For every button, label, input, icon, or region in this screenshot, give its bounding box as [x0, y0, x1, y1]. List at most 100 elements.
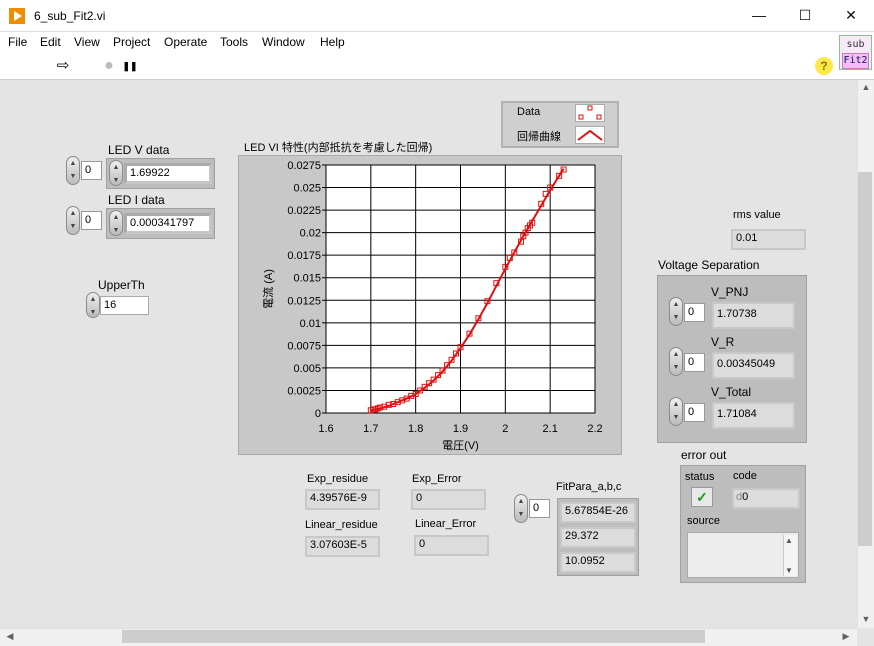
upperth-label: UpperTh [98, 278, 145, 292]
x-tick-label: 1.8 [408, 423, 423, 435]
source-scroll-up-icon[interactable]: ▲ [785, 536, 793, 545]
menu-project[interactable]: Project [113, 35, 150, 49]
graph-title: LED VI 特性(内部抵抗を考慮した回帰) [244, 142, 433, 154]
x-tick-label: 1.9 [453, 423, 468, 435]
led-i-label: LED I data [108, 193, 165, 207]
legend-fit-line-icon [577, 129, 603, 141]
led-v-value[interactable]: 1.69922 [124, 163, 212, 184]
error-status-label: status [685, 471, 715, 483]
vertical-scroll-thumb[interactable] [858, 172, 872, 546]
led-i-value-spinner[interactable]: ▲ ▼ [109, 210, 123, 236]
legend-data-swatch[interactable] [575, 104, 605, 122]
y-tick-label: 0.0275 [287, 160, 321, 172]
led-v-index-spinner[interactable]: ▲ ▼ [66, 156, 80, 185]
window-title: 6_sub_Fit2.vi [34, 9, 106, 23]
led-v-index[interactable]: 0 [81, 161, 102, 180]
v-total-index-spinner[interactable]: ▲ ▼ [669, 397, 683, 426]
exp-error-value: 0 [411, 489, 486, 510]
v-total-index[interactable]: 0 [684, 403, 705, 422]
fitpara-value-a: 5.67854E-26 [560, 502, 636, 523]
exp-residue-value: 4.39576E-9 [305, 489, 380, 510]
error-source-label: source [687, 515, 721, 527]
error-code-label: code [733, 470, 757, 482]
xy-graph[interactable]: 1.6 1.7 1.8 1.9 2 2.1 2.2 0 0.0025 0.005 0.0075 0.0… [238, 155, 622, 455]
rms-label: rms value [733, 209, 781, 221]
led-i-value[interactable]: 0.000341797 [124, 213, 212, 234]
v-r-label: V_R [711, 335, 735, 349]
exp-residue-label: Exp_residue [307, 473, 369, 485]
x-tick-label: 2 [502, 423, 508, 435]
v-r-value: 0.00345049 [712, 352, 795, 379]
led-v-value-spinner[interactable]: ▲ ▼ [109, 160, 123, 186]
run-arrow-icon[interactable]: ⇨ [54, 57, 72, 75]
y-tick-label: 0.0075 [287, 340, 321, 352]
error-code-value: 0 [742, 491, 749, 503]
menu-edit[interactable]: Edit [40, 35, 61, 49]
x-tick-label: 1.6 [318, 423, 333, 435]
y-tick-label: 0.02 [300, 228, 321, 240]
error-out-label: error out [681, 448, 727, 462]
menu-window[interactable]: Window [262, 35, 305, 49]
scroll-left-icon[interactable]: ◀ [2, 631, 18, 642]
v-total-value: 1.71084 [712, 402, 795, 429]
led-v-label: LED V data [108, 143, 170, 157]
menu-operate[interactable]: Operate [164, 35, 207, 49]
linear-error-label: Linear_Error [415, 518, 477, 530]
context-help-icon[interactable]: ? [815, 57, 833, 75]
scroll-up-icon[interactable]: ▲ [858, 82, 874, 92]
upperth-spinner[interactable]: ▲ ▼ [86, 292, 100, 318]
y-tick-label: 0.0175 [287, 250, 321, 262]
legend-fit-label: 回帰曲線 [517, 131, 561, 143]
vi-connector-icon[interactable]: sub Fit2 [839, 35, 872, 70]
legend-data-marker-icon [578, 105, 602, 120]
menu-view[interactable]: View [74, 35, 100, 49]
fitpara-index-spinner[interactable]: ▲ ▼ [514, 494, 528, 523]
upperth-input[interactable]: 16 [100, 296, 149, 315]
rms-value: 0.01 [731, 229, 806, 250]
scroll-down-icon[interactable]: ▼ [858, 614, 874, 624]
linear-residue-value: 3.07603E-5 [305, 536, 380, 557]
x-tick-label: 1.7 [363, 423, 378, 435]
v-pnj-label: V_PNJ [711, 285, 749, 299]
v-pnj-index[interactable]: 0 [684, 303, 705, 322]
maximize-button[interactable]: ☐ [782, 0, 828, 31]
abort-icon[interactable]: ● [100, 57, 118, 75]
y-tick-label: 0.0125 [287, 295, 321, 307]
fitpara-value-c: 10.0952 [560, 552, 636, 573]
led-i-index[interactable]: 0 [81, 211, 102, 230]
y-tick-label: 0 [315, 408, 321, 420]
y-axis-label: 電流 (A) [261, 269, 275, 309]
y-tick-label: 0.005 [293, 363, 321, 375]
labview-vi-icon [9, 8, 25, 24]
legend-fit-swatch[interactable] [575, 126, 605, 144]
menu-file[interactable]: File [8, 35, 27, 49]
v-pnj-index-spinner[interactable]: ▲ ▼ [669, 297, 683, 326]
vi-icon-line2: Fit2 [842, 53, 869, 69]
y-tick-label: 0.01 [300, 318, 321, 330]
v-r-index[interactable]: 0 [684, 353, 705, 372]
fitpara-value-b: 29.372 [560, 527, 636, 548]
horizontal-scroll-thumb[interactable] [122, 630, 705, 643]
error-status-check-icon: ✓ [691, 487, 713, 507]
led-i-index-spinner[interactable]: ▲ ▼ [66, 206, 80, 235]
y-tick-label: 0.0025 [287, 385, 321, 397]
y-tick-label: 0.025 [293, 183, 321, 195]
close-button[interactable]: ✕ [828, 0, 874, 31]
x-axis-label: 電圧(V) [442, 439, 479, 452]
error-code-field: d0 [732, 488, 800, 509]
menu-help[interactable]: Help [320, 35, 345, 49]
scroll-right-icon[interactable]: ▶ [838, 631, 854, 642]
menu-tools[interactable]: Tools [220, 35, 248, 49]
linear-error-value: 0 [414, 535, 489, 556]
pause-icon[interactable]: ❚❚ [121, 57, 139, 75]
v-r-index-spinner[interactable]: ▲ ▼ [669, 347, 683, 376]
vi-icon-line1: sub [846, 39, 865, 50]
y-tick-label: 0.0225 [287, 205, 321, 217]
legend-data-label: Data [517, 106, 541, 118]
v-total-label: V_Total [711, 385, 752, 399]
source-scroll-down-icon[interactable]: ▼ [785, 566, 793, 575]
minimize-button[interactable]: — [736, 0, 782, 31]
fitpara-index[interactable]: 0 [529, 499, 550, 518]
fitpara-label: FitPara_a,b,c [556, 481, 622, 493]
voltage-separation-label: Voltage Separation [658, 258, 760, 272]
